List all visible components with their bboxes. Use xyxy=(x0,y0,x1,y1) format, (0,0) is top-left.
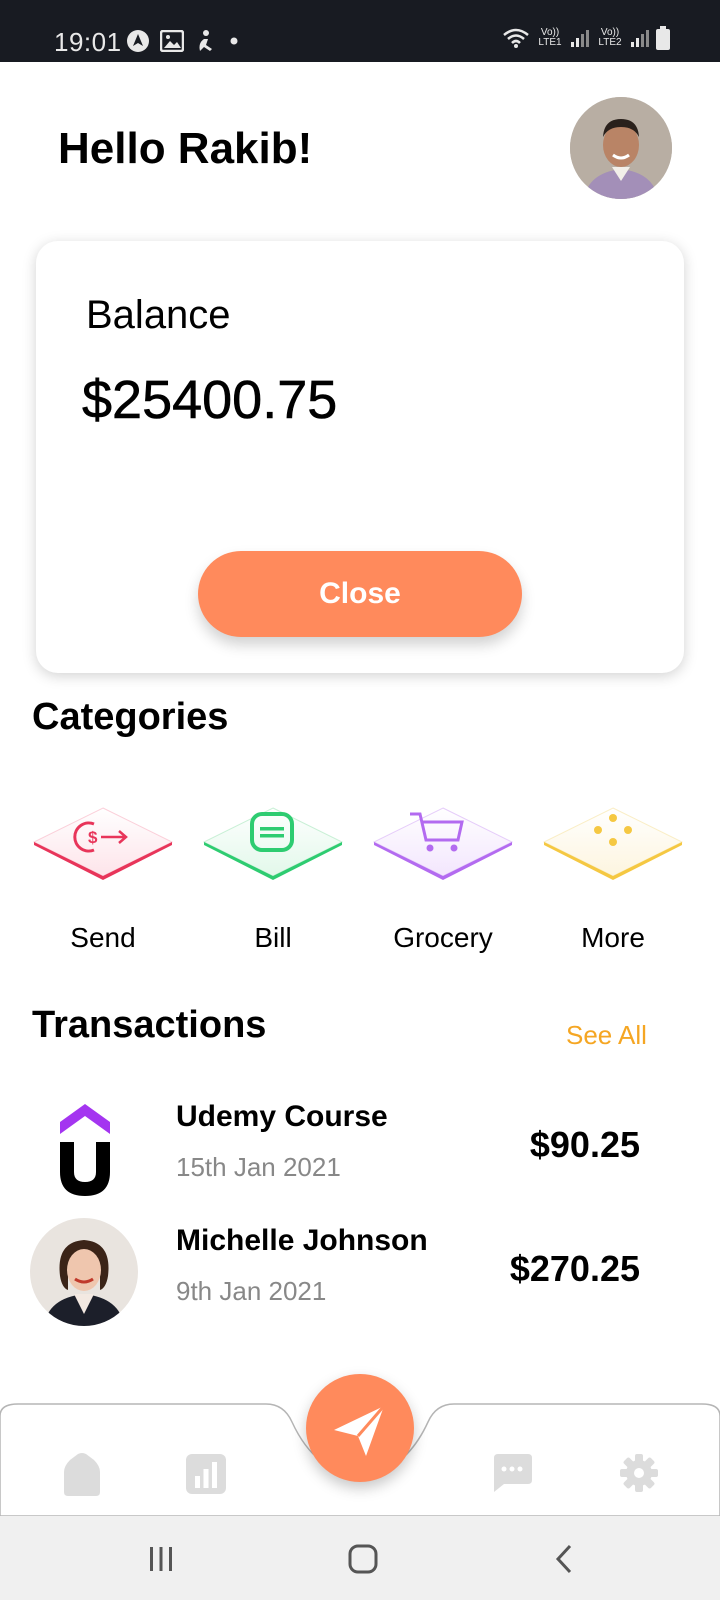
category-label: Bill xyxy=(254,922,292,953)
user-avatar[interactable] xyxy=(570,97,672,199)
category-bill[interactable]: Bill xyxy=(198,800,348,980)
home-button-icon[interactable] xyxy=(338,1534,388,1584)
category-label: Grocery xyxy=(393,922,493,953)
user-avatar-image xyxy=(570,97,672,199)
transaction-name: Michelle Johnson xyxy=(176,1224,428,1257)
image-icon xyxy=(160,30,184,52)
category-label: Send xyxy=(70,922,136,953)
transaction-row[interactable]: Michelle Johnson 9th Jan 2021 $270.25 xyxy=(0,1218,720,1328)
sim1-label: Vo)) LTE1 xyxy=(538,27,562,48)
send-fab-button[interactable] xyxy=(306,1374,414,1482)
transaction-row[interactable]: Udemy Course 15th Jan 2021 $90.25 xyxy=(0,1094,720,1204)
transaction-amount: $270.25 xyxy=(509,1248,640,1289)
transaction-name: Udemy Course xyxy=(176,1100,388,1133)
balance-card: Balance $25400.75 Close xyxy=(36,241,684,673)
transaction-date: 9th Jan 2021 xyxy=(176,1276,327,1306)
categories-title: Categories xyxy=(32,696,229,738)
sim2-label: Vo)) LTE2 xyxy=(598,27,622,48)
transaction-amount: $90.25 xyxy=(529,1124,640,1165)
settings-icon[interactable] xyxy=(620,1454,658,1492)
dot-icon xyxy=(230,37,238,45)
balance-label: Balance xyxy=(86,293,231,337)
accessibility-icon xyxy=(199,30,212,51)
stats-icon[interactable] xyxy=(186,1454,226,1494)
signal-icon xyxy=(631,30,649,47)
signal-icon xyxy=(571,30,589,47)
status-bar: 19:01 Vo)) LTE1 Vo)) LTE2 xyxy=(0,0,720,62)
wifi-icon xyxy=(503,28,529,48)
battery-icon xyxy=(656,26,670,50)
category-more[interactable]: More xyxy=(538,800,688,980)
more-dots-icon xyxy=(542,807,684,880)
system-nav-bar xyxy=(0,1516,720,1600)
category-send[interactable]: $ Send xyxy=(28,800,178,980)
svg-text:$: $ xyxy=(88,828,98,847)
send-icon xyxy=(334,1405,386,1456)
transaction-date: 15th Jan 2021 xyxy=(176,1152,341,1182)
category-grocery[interactable]: Grocery xyxy=(368,800,518,980)
home-icon[interactable] xyxy=(60,1452,104,1498)
bill-icon xyxy=(202,807,344,880)
recent-apps-icon[interactable] xyxy=(136,1534,186,1584)
chat-icon[interactable] xyxy=(492,1454,532,1492)
close-button[interactable]: Close xyxy=(198,551,522,637)
status-right-icons: Vo)) LTE1 Vo)) LTE2 xyxy=(502,26,670,50)
back-icon[interactable] xyxy=(540,1534,590,1584)
balance-value: $25400.75 xyxy=(82,370,338,431)
navigation-icon xyxy=(127,30,149,52)
greeting-title: Hello Rakib! xyxy=(58,124,313,173)
contact-avatar xyxy=(30,1218,138,1326)
udemy-logo xyxy=(44,1094,130,1202)
see-all-link[interactable]: See All xyxy=(566,1020,647,1051)
cart-icon xyxy=(372,807,514,880)
send-money-icon: $ xyxy=(32,807,174,880)
category-label: More xyxy=(581,922,645,953)
status-left-icons xyxy=(126,29,242,53)
status-time: 19:01 xyxy=(54,27,122,57)
transactions-title: Transactions xyxy=(32,1004,267,1046)
